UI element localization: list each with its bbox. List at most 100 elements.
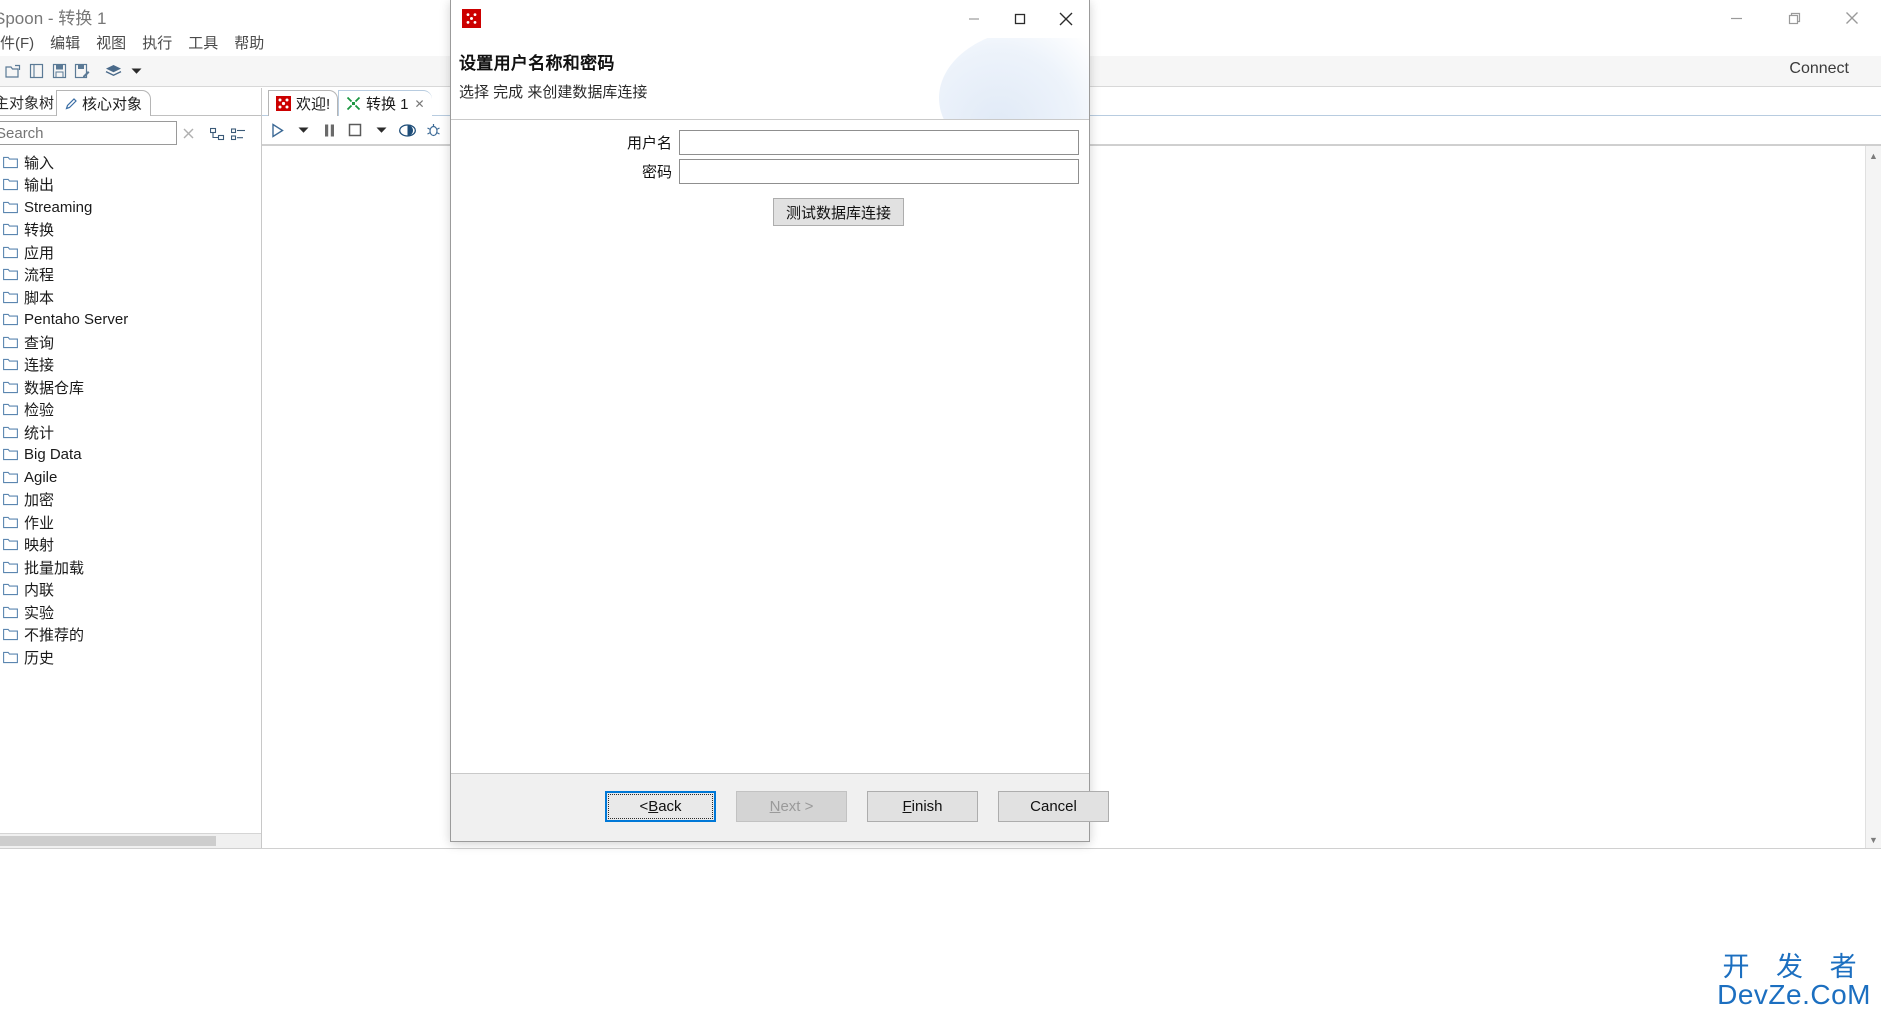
- toolbar-dropdown-arrow-icon[interactable]: [126, 60, 146, 82]
- tree-item[interactable]: 数据仓库: [0, 376, 261, 399]
- open-file-icon[interactable]: [3, 60, 23, 82]
- tree-item[interactable]: 批量加载: [0, 556, 261, 579]
- dialog-title: 设置用户名称和密码: [459, 54, 615, 73]
- folder-icon: [2, 358, 18, 372]
- dialog-maximize-button[interactable]: [997, 0, 1043, 38]
- collapse-all-icon[interactable]: [208, 125, 226, 143]
- watermark: 开 发 者 DevZe.CoM: [1717, 954, 1871, 1009]
- menu-item-help[interactable]: 帮助: [226, 30, 272, 55]
- watermark-line1: 开 发 者: [1722, 952, 1866, 983]
- tree-item[interactable]: 流程: [0, 264, 261, 287]
- folder-icon: [2, 560, 18, 574]
- folder-icon: [2, 583, 18, 597]
- folder-icon: [2, 425, 18, 439]
- tree-item-label: 转换: [24, 222, 55, 240]
- dialog-close-button[interactable]: [1043, 0, 1089, 38]
- tree-item-label: 实验: [24, 604, 55, 622]
- tree-item[interactable]: 历史: [0, 646, 261, 669]
- app-window-title: Spoon - 转换 1: [0, 9, 107, 28]
- back-button[interactable]: < Back: [605, 791, 716, 822]
- stop-icon[interactable]: [344, 118, 366, 142]
- tree-item[interactable]: 应用: [0, 241, 261, 264]
- back-button-prefix: <: [639, 798, 649, 815]
- canvas-vertical-scrollbar[interactable]: ▲ ▼: [1865, 146, 1881, 849]
- cancel-button[interactable]: Cancel: [998, 791, 1109, 822]
- tab-core-objects[interactable]: 核心对象: [56, 90, 152, 116]
- pentaho-icon: [462, 9, 481, 28]
- tree-item[interactable]: Big Data: [0, 444, 261, 467]
- tree-item[interactable]: 输入: [0, 151, 261, 174]
- tree-item[interactable]: 脚本: [0, 286, 261, 309]
- folder-icon: [2, 515, 18, 529]
- tab-welcome-label: 欢迎!: [296, 96, 331, 113]
- save-as-icon[interactable]: [72, 60, 92, 82]
- tree-item-label: 连接: [24, 357, 55, 375]
- left-panel-horizontal-scrollbar[interactable]: [0, 833, 261, 848]
- connect-button[interactable]: Connect: [1789, 60, 1849, 78]
- menu-item-run[interactable]: 执行: [134, 30, 180, 55]
- folder-icon: [2, 155, 18, 169]
- pause-icon[interactable]: [318, 118, 340, 142]
- folder-icon: [2, 178, 18, 192]
- folder-icon: [2, 448, 18, 462]
- tab-transformation-1[interactable]: 转换 1 ✕: [338, 90, 432, 116]
- tree-item[interactable]: Agile: [0, 466, 261, 489]
- tree-item[interactable]: 查询: [0, 331, 261, 354]
- tree-item[interactable]: Pentaho Server: [0, 309, 261, 332]
- dialog-subtitle: 选择 完成 来创建数据库连接: [459, 84, 648, 101]
- scrollbar-thumb[interactable]: [0, 836, 216, 846]
- tree-item[interactable]: 实验: [0, 601, 261, 624]
- tree-item-label: 流程: [24, 267, 55, 285]
- menu-item-edit[interactable]: 编辑: [42, 30, 88, 55]
- folder-icon: [2, 335, 18, 349]
- finish-button[interactable]: Finish: [867, 791, 978, 822]
- password-input-wrapper[interactable]: [679, 159, 1079, 184]
- pentaho-icon: [276, 96, 291, 111]
- clear-x-icon[interactable]: [179, 124, 197, 142]
- menu-item-view[interactable]: 视图: [88, 30, 134, 55]
- core-objects-tree[interactable]: 输入 输出 Streaming 转换应用流程 脚本 Pentaho Server 查询连接数…: [0, 151, 261, 841]
- save-icon[interactable]: [49, 60, 69, 82]
- run-icon[interactable]: [266, 118, 288, 142]
- tree-item[interactable]: 内联: [0, 579, 261, 602]
- tree-item[interactable]: 作业: [0, 511, 261, 534]
- tree-item[interactable]: 加密: [0, 489, 261, 512]
- layers-icon[interactable]: [103, 60, 123, 82]
- preview-icon[interactable]: [396, 118, 418, 142]
- username-input[interactable]: [680, 131, 1078, 154]
- tree-item[interactable]: 连接: [0, 354, 261, 377]
- tree-item-label: 应用: [24, 244, 55, 262]
- debug-icon[interactable]: [422, 118, 444, 142]
- menu-item-tools[interactable]: 工具: [180, 30, 226, 55]
- tree-item[interactable]: 不推荐的: [0, 624, 261, 647]
- tree-item[interactable]: 统计: [0, 421, 261, 444]
- username-input-wrapper[interactable]: [679, 130, 1079, 155]
- run-options-dropdown-icon[interactable]: [292, 118, 314, 142]
- tree-item[interactable]: 输出: [0, 174, 261, 197]
- username-field-row: 用户名: [451, 130, 1079, 155]
- tree-item[interactable]: 映射: [0, 534, 261, 557]
- folder-icon: [2, 245, 18, 259]
- tree-item[interactable]: 检验: [0, 399, 261, 422]
- tab-welcome[interactable]: 欢迎!: [268, 90, 339, 116]
- scroll-up-arrow-icon[interactable]: ▲: [1866, 148, 1881, 163]
- password-input[interactable]: [680, 160, 1078, 183]
- search-input[interactable]: [0, 122, 176, 144]
- password-label: 密码: [641, 164, 672, 181]
- close-icon[interactable]: ✕: [415, 97, 425, 111]
- search-input-wrapper[interactable]: [0, 121, 177, 145]
- scroll-down-arrow-icon[interactable]: ▼: [1866, 832, 1881, 847]
- tree-item-label: 内联: [24, 582, 55, 600]
- folder-icon: [2, 605, 18, 619]
- stop-options-dropdown-icon[interactable]: [370, 118, 392, 142]
- expand-all-icon[interactable]: [229, 125, 247, 143]
- tab-main-object-tree[interactable]: 主对象树: [0, 90, 64, 115]
- tree-item[interactable]: 转换: [0, 219, 261, 242]
- new-file-icon[interactable]: [26, 60, 46, 82]
- dialog-footer: < Back Next > Finish Cancel: [451, 773, 1109, 841]
- tree-item[interactable]: Streaming: [0, 196, 261, 219]
- dialog-minimize-button[interactable]: [951, 0, 997, 38]
- menu-item-file[interactable]: 件(F): [0, 30, 42, 55]
- folder-icon: [2, 223, 18, 237]
- test-database-connection-button[interactable]: 测试数据库连接: [773, 198, 905, 226]
